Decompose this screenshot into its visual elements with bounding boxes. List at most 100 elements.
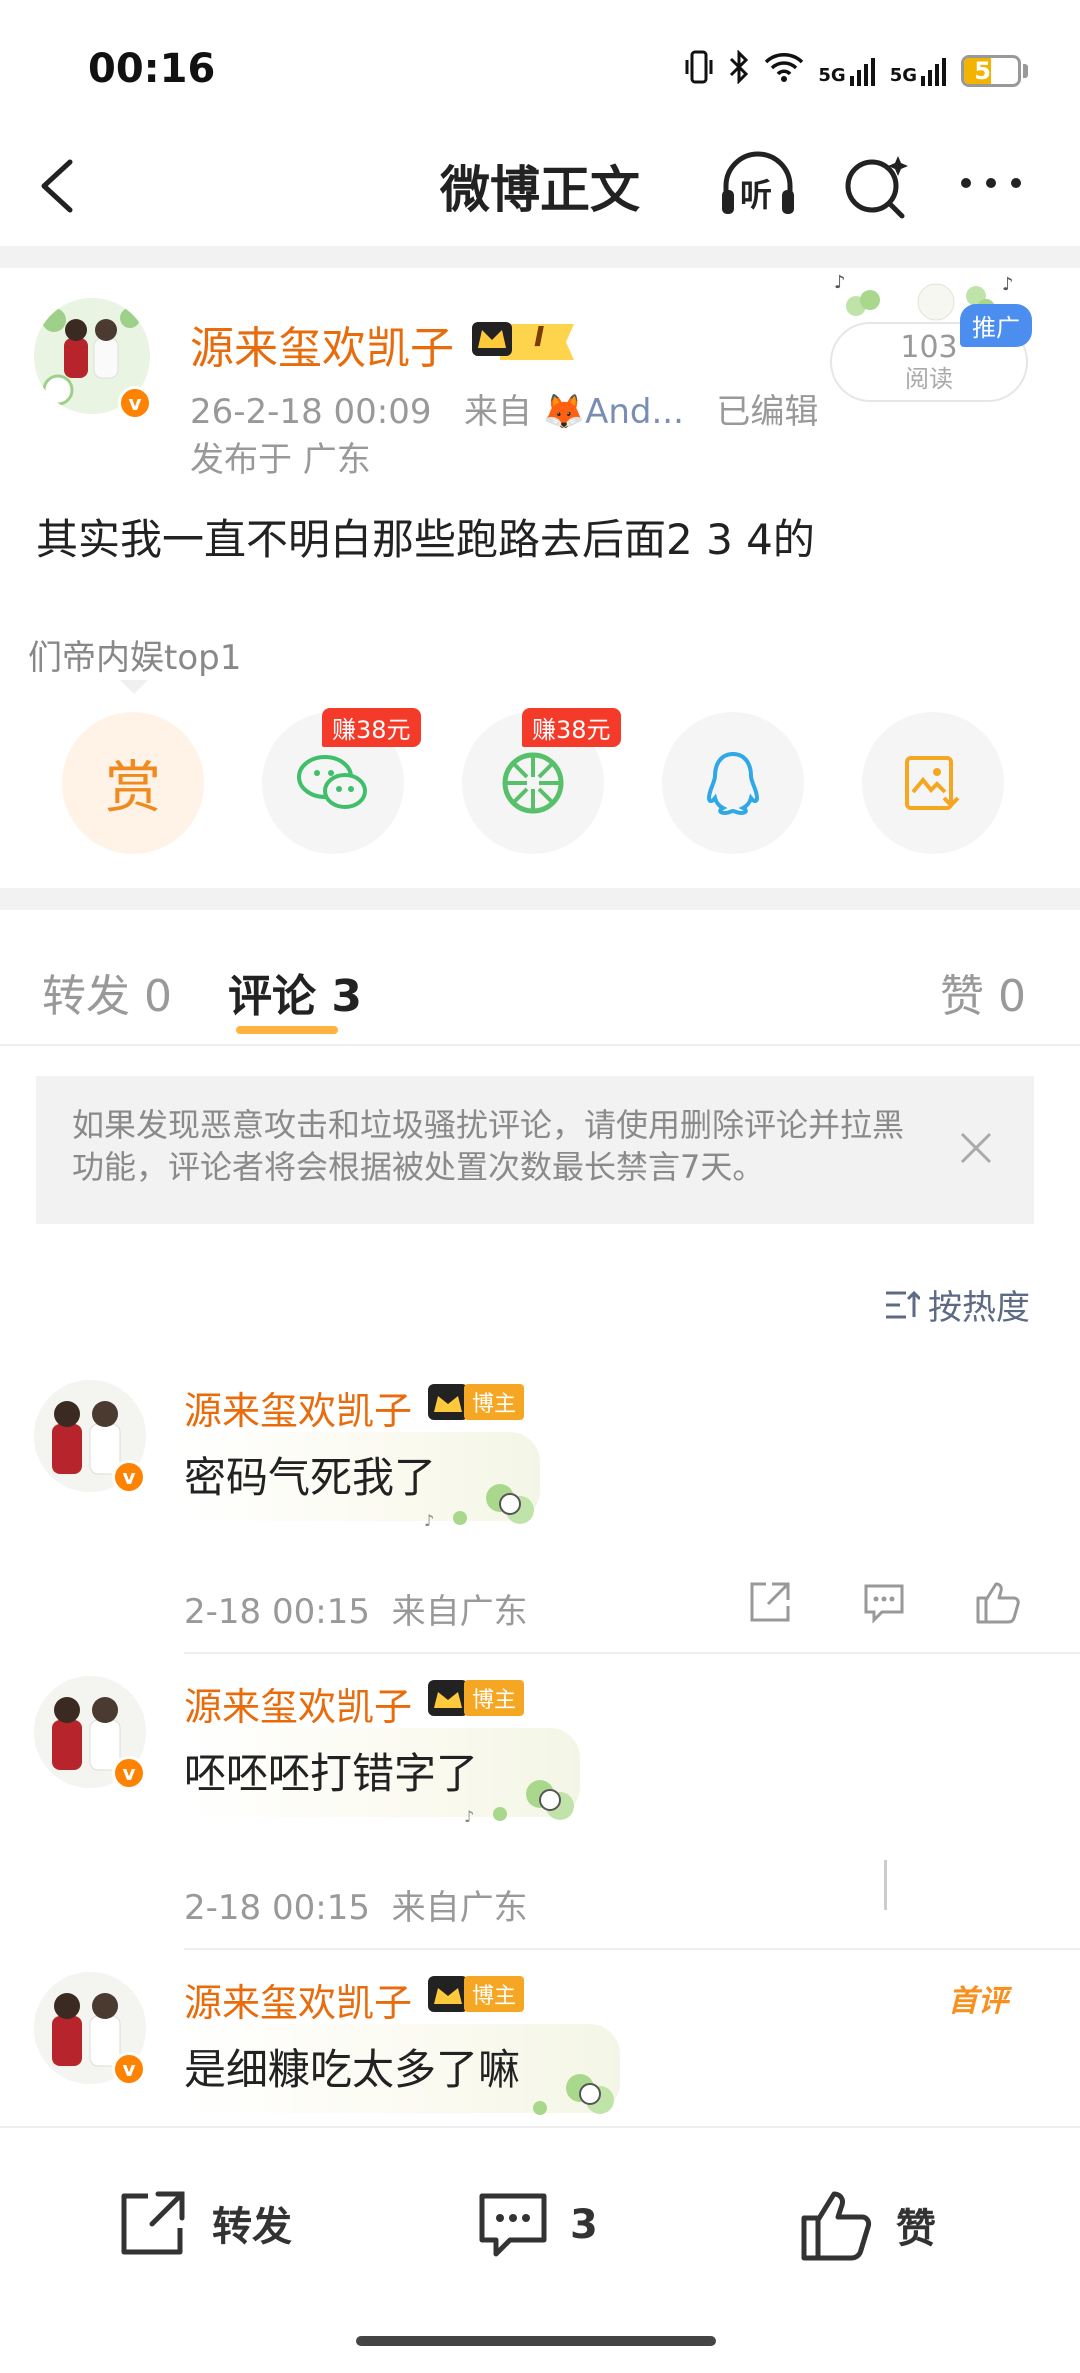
- crown-icon: [472, 322, 574, 360]
- edited-label[interactable]: 已编辑: [716, 392, 818, 432]
- comment-meta: 2-18 00:15 来自广东: [184, 1584, 528, 1633]
- post-source[interactable]: And...: [585, 392, 684, 432]
- sort-label: 按热度: [928, 1288, 1030, 1328]
- thumbs-up-icon: [976, 1582, 1020, 1624]
- status-time: 00:16: [88, 46, 216, 92]
- network-type-1: 5G: [818, 65, 846, 86]
- comment-author[interactable]: 源来玺欢凯子: [184, 1380, 412, 1435]
- section-divider: [0, 246, 1080, 268]
- battery-icon: 50: [961, 55, 1028, 87]
- bluetooth-icon: [728, 49, 750, 92]
- comment-location: 来自广东: [391, 1592, 528, 1632]
- source-prefix: 来自: [463, 392, 532, 432]
- active-tab-indicator: [236, 1026, 338, 1034]
- tab-comments[interactable]: 评论 3: [228, 960, 362, 1024]
- blogger-badge: 博主: [428, 1976, 525, 2012]
- search-icon: [845, 156, 908, 219]
- comment-location: 来自广东: [391, 1888, 528, 1928]
- wifi-icon: [764, 51, 804, 91]
- close-icon: [960, 1132, 992, 1164]
- tagline-pointer: [120, 680, 148, 694]
- verified-badge-icon: v: [118, 386, 152, 420]
- save-image-button[interactable]: [862, 712, 1004, 854]
- comment-author[interactable]: 源来玺欢凯子: [184, 1972, 412, 2027]
- post-author-name[interactable]: 源来玺欢凯子: [190, 312, 454, 376]
- comment-divider: [184, 1652, 1080, 1654]
- first-comment-tag: 首评: [948, 1984, 1008, 2019]
- comment-button[interactable]: 3: [476, 2188, 598, 2262]
- tab-repost[interactable]: 转发 0: [42, 960, 172, 1024]
- signal-icon-2: 5G: [890, 56, 947, 86]
- blogger-tag-label: 博主: [464, 1976, 525, 2012]
- sort-toggle[interactable]: 按热度: [884, 1280, 1030, 1329]
- battery-level: 50: [974, 57, 1008, 85]
- home-indicator[interactable]: [356, 2336, 716, 2346]
- listen-label: 听: [740, 176, 773, 214]
- post-tagline[interactable]: 们帝内娱top1: [28, 630, 241, 679]
- post-location: 发布于 广东: [190, 440, 371, 480]
- blogger-badge: 博主: [428, 1680, 525, 1716]
- blogger-tag-label: 博主: [464, 1680, 525, 1716]
- thumbs-up-icon: [801, 2191, 872, 2261]
- comment-meta: 2-18 00:15 来自广东: [184, 1880, 528, 1929]
- comment-time: 2-18 00:15: [184, 1888, 370, 1928]
- blogger-badge: 博主: [428, 1384, 525, 1420]
- page-title: 微博正文: [440, 161, 640, 219]
- comment-reply-button[interactable]: [860, 1578, 908, 1626]
- membership-crown-badge[interactable]: I: [470, 316, 580, 360]
- verified-badge-icon: v: [112, 1460, 146, 1494]
- notice-close-button[interactable]: [954, 1126, 998, 1170]
- section-divider: [0, 888, 1080, 910]
- share-icon: [121, 2191, 185, 2255]
- reward-button[interactable]: 赏: [62, 712, 204, 854]
- post-body-text: 其实我一直不明白那些跑路去后面2 3 4的: [36, 515, 815, 564]
- comment-icon: [864, 1584, 904, 1624]
- comment-time: 2-18 00:15: [184, 1592, 370, 1632]
- search-button[interactable]: [840, 150, 912, 222]
- comment-text: 是细糠吃太多了嘛: [184, 2045, 521, 2094]
- tab-divider: [0, 1044, 1080, 1046]
- status-icons: 5G 5G 50: [684, 49, 1028, 92]
- wechat-icon: [297, 755, 367, 809]
- comment-share-button[interactable]: [746, 1578, 794, 1626]
- comment-divider: [184, 1948, 1080, 1950]
- clover-sticker: ♪: [410, 1470, 550, 1544]
- comment-author[interactable]: 源来玺欢凯子: [184, 1676, 412, 1731]
- network-type-2: 5G: [889, 65, 917, 86]
- wechat-earn-tag: 赚38元: [322, 708, 421, 747]
- moments-earn-tag: 赚38元: [522, 708, 621, 747]
- svg-text:♪: ♪: [424, 1511, 434, 1530]
- comment-icon: [479, 2193, 547, 2257]
- crown-icon: [428, 1976, 468, 2012]
- repost-label: 转发: [212, 2204, 292, 2250]
- fox-icon: 🦊: [542, 392, 586, 432]
- clover-sticker: ♪: [450, 1766, 590, 1840]
- like-button[interactable]: 赞: [800, 2188, 936, 2262]
- post-timestamp: 26-2-18 00:09: [190, 392, 432, 432]
- camera-aperture-icon: [502, 752, 564, 814]
- comment-like-button[interactable]: [974, 1578, 1022, 1626]
- promote-tag[interactable]: 推广: [960, 304, 1032, 347]
- sort-icon: [886, 1290, 920, 1318]
- comment-count: 3: [570, 2202, 598, 2248]
- read-label: 阅读: [905, 365, 953, 393]
- listen-button[interactable]: 听: [718, 148, 798, 220]
- post-meta: 26-2-18 00:09 来自 🦊And... 已编辑: [190, 384, 818, 433]
- crown-icon: [428, 1384, 468, 1420]
- comment-notice: 如果发现恶意攻击和垃圾骚扰评论，请使用删除评论并拉黑功能，评论者将会根据被处置次…: [36, 1076, 1034, 1224]
- more-button[interactable]: [956, 158, 1026, 208]
- like-label: 赞: [896, 2206, 936, 2252]
- share-qq-button[interactable]: [662, 712, 804, 854]
- vibrate-icon: [684, 50, 714, 92]
- image-download-icon: [905, 756, 960, 810]
- svg-text:♪: ♪: [464, 1807, 474, 1826]
- clover-sticker: [490, 2060, 630, 2130]
- verified-badge-icon: v: [112, 2052, 146, 2086]
- verified-badge-icon: v: [112, 1756, 146, 1790]
- comment-text: 呸呸呸打错字了: [184, 1749, 479, 1798]
- tab-likes[interactable]: 赞 0: [940, 960, 1026, 1024]
- repost-button[interactable]: 转发: [118, 2188, 292, 2258]
- more-dots-icon: [961, 178, 1021, 188]
- level-badge: I: [534, 320, 545, 353]
- reward-label: 赏: [105, 755, 161, 821]
